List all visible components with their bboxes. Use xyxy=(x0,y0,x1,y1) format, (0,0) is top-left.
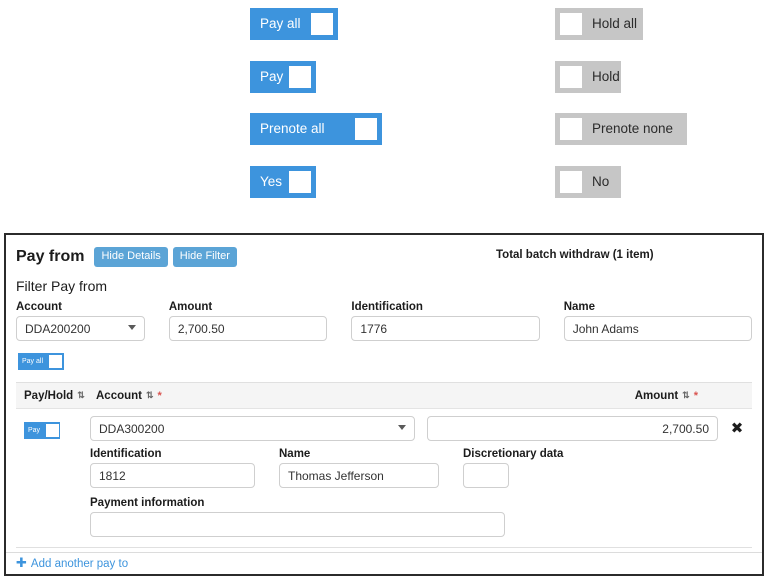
row-discretionary-input[interactable] xyxy=(463,463,509,488)
table-row: Pay ✖ xyxy=(16,409,752,448)
toggle-knob-icon xyxy=(560,171,582,193)
filter-section-title: Filter Pay from xyxy=(16,278,108,294)
delete-row-icon[interactable]: ✖ xyxy=(728,421,746,436)
required-marker: * xyxy=(693,389,698,402)
column-header-amount[interactable]: Amount ⇅ * xyxy=(635,390,698,402)
filter-amount-input[interactable] xyxy=(168,316,328,341)
filter-identification-field: Identification xyxy=(351,301,540,341)
toggle-knob-icon xyxy=(311,13,333,35)
plus-icon: ✚ xyxy=(16,556,27,571)
panel-header: Pay from Hide Details Hide Filter Total … xyxy=(16,245,752,269)
toggle-knob-icon xyxy=(49,355,63,368)
column-header-pay-hold[interactable]: Pay/Hold ⇅ xyxy=(24,390,96,402)
row-amount-input[interactable] xyxy=(427,416,718,441)
toggle-label: Pay all xyxy=(260,16,301,32)
row-identification-field: Identification xyxy=(90,448,255,488)
sort-icon: ⇅ xyxy=(146,390,154,400)
row-account-cell xyxy=(90,416,415,441)
row-pay-hold-cell: Pay xyxy=(24,419,60,439)
toggle-pay-row[interactable]: Pay xyxy=(24,421,60,439)
row-payment-information-input[interactable] xyxy=(90,512,505,537)
toggle-label: Pay xyxy=(28,426,41,434)
filter-amount-field: Amount xyxy=(168,301,328,341)
row-name-input[interactable] xyxy=(279,463,439,488)
hide-filter-button[interactable]: Hide Filter xyxy=(172,247,237,267)
toggle-showcase: Pay all Pay Prenote all Yes Hold all Hol… xyxy=(0,0,768,218)
filter-account-label: Account xyxy=(16,301,62,313)
toggle-yes[interactable]: Yes xyxy=(250,166,316,198)
pay-to-table: Pay/Hold ⇅ Account ⇅ * Amount ⇅ * Pay DD… xyxy=(16,382,752,548)
row-identification-label: Identification xyxy=(90,448,162,460)
toggle-label: Hold xyxy=(592,69,620,85)
toggle-no[interactable]: No xyxy=(555,166,621,198)
row-account-select[interactable] xyxy=(90,416,415,441)
panel-footer: ✚ Add another pay to xyxy=(6,552,762,574)
pay-from-panel: Pay from Hide Details Hide Filter Total … xyxy=(4,233,764,576)
row-discretionary-field: Discretionary data xyxy=(463,448,564,488)
row-detail-fields: Identification Name Discretionary data xyxy=(90,448,744,488)
filter-amount-label: Amount xyxy=(168,301,213,313)
row-detail-section: Identification Name Discretionary data P xyxy=(16,448,752,547)
filter-name-input[interactable] xyxy=(563,316,752,341)
toggle-label: Prenote all xyxy=(260,121,325,137)
toggle-label: No xyxy=(592,174,610,190)
toggle-pay-all[interactable]: Pay all xyxy=(250,8,338,40)
filter-name-label: Name xyxy=(563,301,596,313)
filter-account-field: Account xyxy=(16,301,145,341)
toggle-label: Hold all xyxy=(592,16,638,32)
add-another-pay-to-label: Add another pay to xyxy=(30,557,129,570)
row-payment-information-label: Payment information xyxy=(90,497,205,509)
batch-total-label: Total batch withdraw (1 item) xyxy=(496,249,654,261)
toggle-prenote-all[interactable]: Prenote all xyxy=(250,113,382,145)
table-header-row: Pay/Hold ⇅ Account ⇅ * Amount ⇅ * xyxy=(16,383,752,409)
column-header-label: Pay/Hold xyxy=(24,389,74,402)
add-another-pay-to-link[interactable]: ✚ Add another pay to xyxy=(16,557,128,570)
toggle-hold-all[interactable]: Hold all xyxy=(555,8,643,40)
filter-identification-label: Identification xyxy=(351,301,423,313)
toggle-knob-icon xyxy=(46,423,60,437)
toggle-knob-icon xyxy=(560,13,582,35)
row-name-field: Name xyxy=(279,448,439,488)
row-discretionary-label: Discretionary data xyxy=(463,448,564,460)
filter-field-row: Account Amount Identification Name xyxy=(16,301,752,341)
sort-icon: ⇅ xyxy=(77,390,85,400)
toggle-knob-icon xyxy=(560,118,582,140)
toggle-label: Pay all xyxy=(22,358,44,365)
filter-account-select[interactable] xyxy=(16,316,145,341)
column-header-account[interactable]: Account ⇅ * xyxy=(96,390,635,402)
row-payment-information-field: Payment information xyxy=(90,497,505,537)
toggle-label: Prenote none xyxy=(592,121,674,137)
toggle-label: Pay xyxy=(260,69,284,85)
toggle-knob-icon xyxy=(289,66,311,88)
toggle-pay[interactable]: Pay xyxy=(250,61,316,93)
toggle-label: Yes xyxy=(260,174,283,190)
column-header-label: Account xyxy=(96,389,142,402)
column-header-label: Amount xyxy=(634,389,679,402)
toggle-knob-icon xyxy=(560,66,582,88)
toggle-knob-icon xyxy=(289,171,311,193)
toggle-hold[interactable]: Hold xyxy=(555,61,621,93)
row-amount-cell xyxy=(427,416,718,441)
row-identification-input[interactable] xyxy=(90,463,255,488)
toggle-pay-all-filter[interactable]: Pay all xyxy=(18,353,64,370)
hide-details-button[interactable]: Hide Details xyxy=(94,247,168,267)
row-payment-info-row: Payment information xyxy=(90,497,744,537)
required-marker: * xyxy=(157,389,162,402)
row-name-label: Name xyxy=(279,448,311,460)
sort-icon: ⇅ xyxy=(682,390,690,400)
toggle-prenote-none[interactable]: Prenote none xyxy=(555,113,687,145)
toggle-knob-icon xyxy=(355,118,377,140)
filter-identification-input[interactable] xyxy=(351,316,540,341)
page-title: Pay from xyxy=(16,248,85,265)
filter-name-field: Name xyxy=(563,301,752,341)
